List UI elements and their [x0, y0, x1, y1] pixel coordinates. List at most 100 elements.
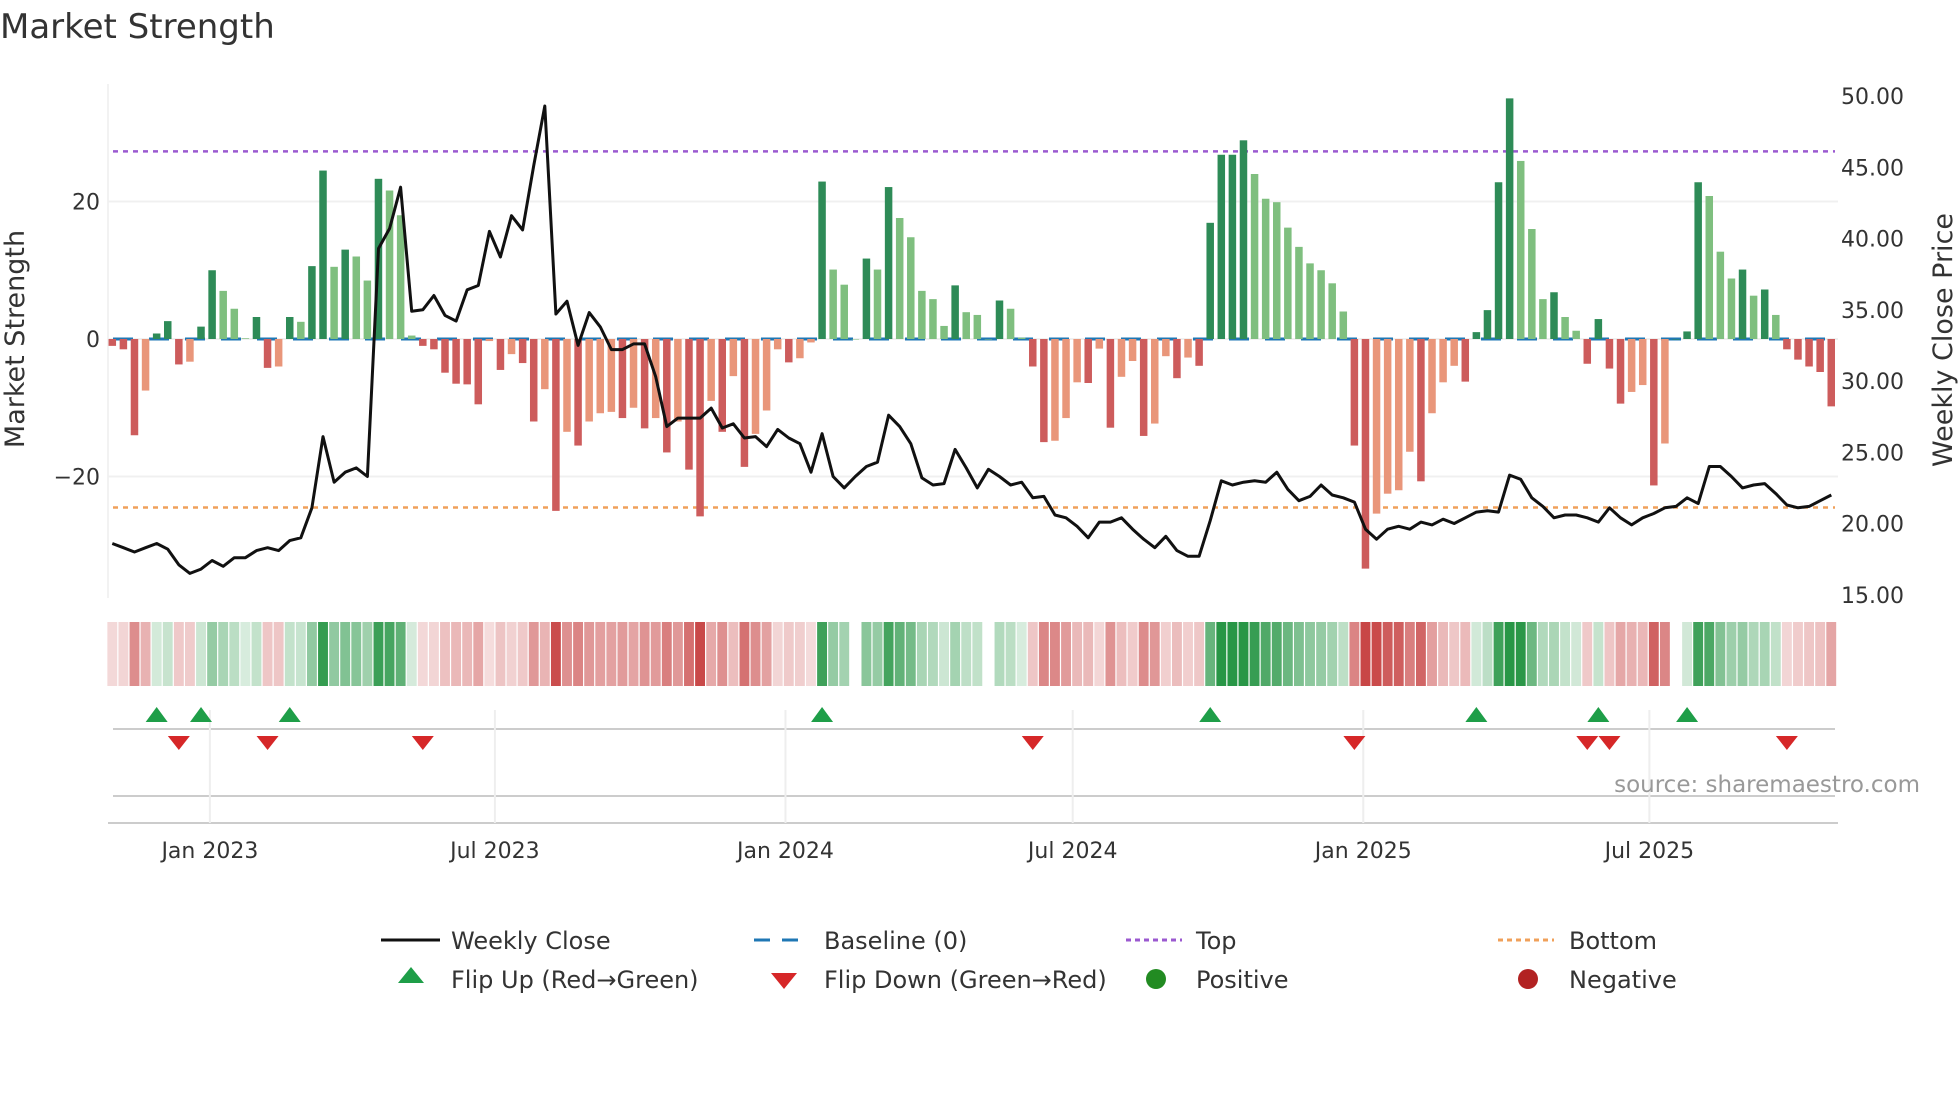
strength-bar: [396, 215, 405, 339]
strength-bar: [1040, 339, 1048, 443]
strength-bar: [1006, 308, 1015, 339]
heat-cell: [1671, 622, 1681, 686]
strength-bar: [1261, 198, 1270, 339]
heat-cell: [562, 622, 572, 686]
heat-cell: [1615, 622, 1626, 686]
heat-cell: [672, 622, 683, 686]
y2-tick-label: 35.00: [1841, 299, 1904, 324]
strength-bar: [1339, 311, 1348, 339]
heat-cell: [1515, 622, 1526, 686]
strength-bar: [1694, 182, 1702, 339]
heat-cell: [1238, 622, 1249, 686]
strength-bar: [1428, 339, 1436, 414]
heat-cell: [340, 622, 351, 686]
strength-bar: [1350, 339, 1359, 446]
heat-cell: [628, 622, 639, 686]
strength-bar: [1483, 310, 1492, 339]
strength-bar: [1195, 339, 1203, 366]
heat-cell: [473, 622, 484, 686]
triangle-down-icon: [771, 973, 797, 989]
strength-bar: [419, 339, 427, 346]
strength-bar: [718, 339, 726, 432]
x-tick-label: Jan 2023: [159, 839, 258, 864]
strength-bar: [1450, 339, 1458, 366]
heat-cell: [373, 622, 384, 686]
heat-cell: [650, 622, 661, 686]
legend-item-positive[interactable]: Positive: [1146, 966, 1289, 994]
legend-label: Bottom: [1569, 927, 1657, 955]
strength-bar: [219, 290, 227, 339]
strength-bar: [818, 181, 826, 339]
strength-bar: [496, 339, 505, 370]
strength-bar: [1417, 339, 1425, 482]
heat-cell: [1748, 622, 1759, 686]
heat-cell: [806, 622, 816, 686]
strength-bar: [330, 266, 338, 339]
strength-bar: [175, 339, 183, 365]
strength-bar: [1783, 339, 1791, 350]
strength-bar: [1394, 339, 1403, 491]
legend-item-flip-up[interactable]: Flip Up (Red→Green): [398, 966, 699, 994]
y-tick-label: 0: [86, 328, 100, 353]
strength-bar: [507, 339, 516, 355]
heat-cell: [1704, 622, 1715, 686]
strength-bar: [907, 237, 915, 339]
strength-bar: [141, 339, 150, 391]
heat-cell: [1626, 622, 1637, 686]
strength-bar: [829, 269, 837, 339]
strength-bar: [1317, 270, 1325, 339]
heat-cell: [406, 622, 417, 686]
heat-cell: [506, 622, 517, 686]
heat-cell: [817, 622, 828, 686]
heat-cell: [1349, 622, 1360, 686]
flip-up-marker: [1465, 707, 1488, 722]
strength-bar: [1062, 339, 1070, 419]
flip-down-marker: [256, 736, 279, 750]
legend-label: Negative: [1569, 966, 1677, 994]
legend-item-weekly-close[interactable]: Weekly Close: [381, 927, 611, 955]
strength-bar: [629, 339, 638, 408]
legend-item-bottom[interactable]: Bottom: [1498, 927, 1657, 955]
strength-bar: [297, 321, 305, 339]
heat-cell: [107, 622, 118, 686]
heat-cell: [750, 622, 761, 686]
strength-bar: [152, 333, 161, 339]
strength-bar: [1073, 339, 1081, 383]
legend-item-flip-down[interactable]: Flip Down (Green→Red): [771, 966, 1107, 994]
strength-bar: [1173, 339, 1181, 379]
heat-cell: [1737, 622, 1748, 686]
heat-cell: [928, 622, 938, 686]
legend-item-baseline[interactable]: Baseline (0): [754, 927, 967, 955]
flip-down-marker: [1343, 736, 1366, 750]
heat-cell: [1305, 622, 1315, 686]
strength-bar: [352, 256, 361, 339]
legend-item-negative[interactable]: Negative: [1518, 966, 1677, 994]
flip-down-marker: [1775, 736, 1798, 750]
heat-cell: [218, 622, 229, 686]
strength-bar: [873, 269, 882, 339]
strength-bar: [108, 339, 117, 346]
heat-cell: [251, 622, 262, 686]
source-label: source: sharemaestro.com: [1614, 772, 1920, 798]
heat-cell: [273, 622, 284, 686]
heat-cell: [1393, 622, 1404, 686]
heat-cell: [1438, 622, 1449, 686]
legend-item-top[interactable]: Top: [1126, 927, 1237, 955]
circle-green-icon: [1146, 969, 1166, 989]
strength-bar: [740, 339, 749, 467]
strength-heat-strip: [107, 622, 1837, 686]
strength-bar: [984, 339, 993, 340]
strength-bar: [208, 270, 216, 339]
x-tick-label: Jul 2024: [1026, 839, 1118, 864]
strength-bars: [108, 98, 1835, 569]
heat-cell: [318, 622, 328, 686]
heat-cell: [1449, 622, 1460, 686]
legend-label: Positive: [1196, 966, 1289, 994]
strength-bar: [1128, 339, 1137, 361]
strength-bar: [895, 218, 904, 339]
flip-down-marker: [1598, 736, 1621, 750]
flip-down-marker: [411, 736, 434, 750]
strength-bar: [430, 339, 438, 350]
strength-bar: [1638, 339, 1647, 386]
heat-cell: [1648, 622, 1659, 686]
